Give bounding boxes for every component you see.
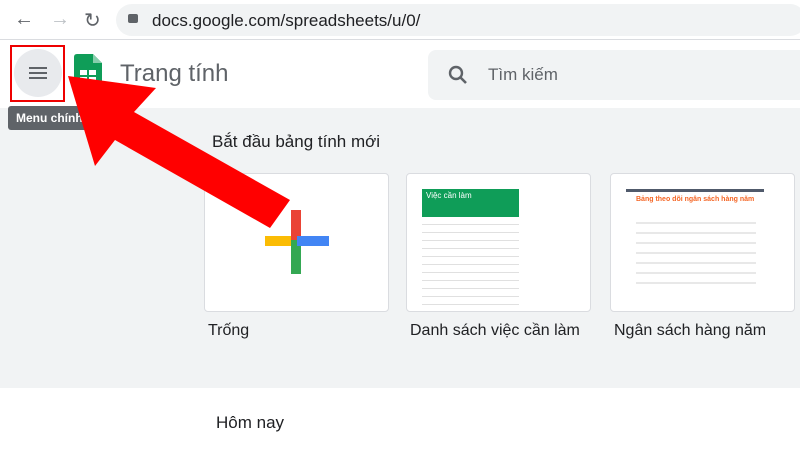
red-arrow-annotation <box>68 76 290 228</box>
